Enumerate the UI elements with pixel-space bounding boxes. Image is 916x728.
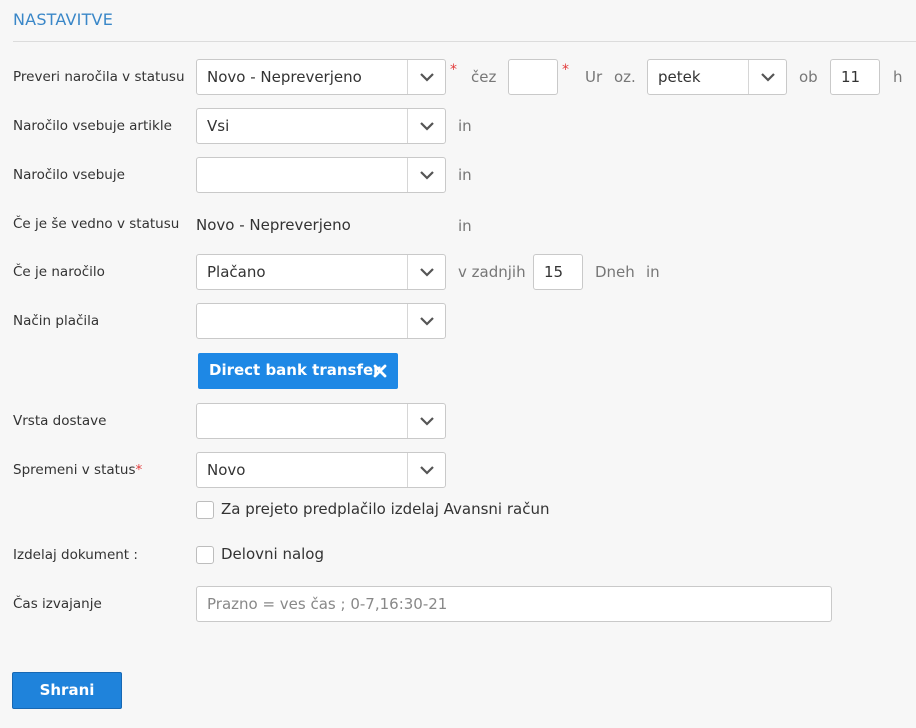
time-input-value: 11: [841, 68, 861, 86]
label-execution-time: Čas izvajanje: [13, 596, 102, 612]
hours-input[interactable]: [508, 59, 558, 95]
day-select-value: petek: [658, 68, 701, 86]
chevron-down-icon: [407, 255, 445, 289]
title-divider: [13, 41, 916, 42]
new-status-value: Novo: [207, 461, 246, 479]
chevron-down-icon: [407, 60, 445, 94]
articles-select-value: Vsi: [207, 117, 230, 135]
chevron-down-icon: [407, 158, 445, 192]
day-select[interactable]: petek: [647, 59, 787, 95]
required-mark: *: [450, 62, 457, 78]
payment-status-value: Plačano: [207, 263, 266, 281]
close-icon[interactable]: [371, 362, 389, 380]
ur-label: Ur: [585, 68, 603, 86]
chevron-down-icon: [748, 60, 786, 94]
h-label: h: [893, 68, 903, 86]
required-mark-hours: *: [562, 62, 569, 78]
chevron-down-icon: [407, 404, 445, 438]
avans-checkbox-label: Za prejeto predplačilo izdelaj Avansni r…: [221, 500, 550, 518]
shipping-select[interactable]: [196, 403, 446, 439]
articles-select[interactable]: Vsi: [196, 108, 446, 144]
still-status-value: Novo - Nepreverjeno: [196, 216, 351, 234]
contains-select[interactable]: [196, 157, 446, 193]
time-input[interactable]: 11: [830, 59, 880, 95]
label-create-document: Izdelaj dokument :: [13, 547, 138, 563]
days-input[interactable]: 15: [533, 254, 583, 290]
label-still-status: Če je še vedno v statusu: [13, 216, 180, 232]
section-title: NASTAVITVE: [13, 10, 114, 29]
label-order-is: Če je naročilo: [13, 264, 105, 280]
label-change-status-text: Spremeni v status: [13, 462, 136, 478]
new-status-select[interactable]: Novo: [196, 452, 446, 488]
label-change-status: Spremeni v status*: [13, 462, 142, 478]
status-select[interactable]: Novo - Nepreverjeno: [196, 59, 446, 95]
work-order-label: Delovni nalog: [221, 545, 325, 563]
tag-label: Direct bank transfer: [209, 361, 381, 379]
status-select-value: Novo - Nepreverjeno: [207, 68, 362, 86]
oz-label: oz.: [614, 68, 636, 86]
label-order-contains: Naročilo vsebuje: [13, 167, 125, 183]
execution-time-placeholder: Prazno = ves čas ; 0-7,16:30-21: [207, 595, 448, 613]
in-label: in: [458, 166, 472, 184]
chevron-down-icon: [407, 453, 445, 487]
payment-status-select[interactable]: Plačano: [196, 254, 446, 290]
in-label: in: [458, 117, 472, 135]
work-order-checkbox[interactable]: [196, 546, 214, 564]
payment-method-select[interactable]: [196, 303, 446, 339]
label-payment-method: Način plačila: [13, 313, 100, 329]
ob-label: ob: [799, 68, 818, 86]
chevron-down-icon: [407, 109, 445, 143]
label-shipping-type: Vrsta dostave: [13, 413, 107, 429]
chevron-down-icon: [407, 304, 445, 338]
in-label: in: [646, 263, 660, 281]
cez-label: čez: [471, 68, 497, 86]
execution-time-input[interactable]: Prazno = ves čas ; 0-7,16:30-21: [196, 586, 832, 622]
required-mark: *: [135, 462, 143, 478]
label-check-status: Preveri naročila v statusu: [13, 69, 185, 85]
in-label: in: [458, 217, 472, 235]
save-button[interactable]: Shrani: [12, 672, 122, 709]
avans-checkbox[interactable]: [196, 501, 214, 519]
label-contains-articles: Naročilo vsebuje artikle: [13, 118, 172, 134]
days-input-value: 15: [544, 263, 564, 281]
v-zadnjih-label: v zadnjih: [458, 263, 526, 281]
payment-method-tag: Direct bank transfer: [198, 353, 398, 389]
dneh-label: Dneh: [595, 263, 635, 281]
